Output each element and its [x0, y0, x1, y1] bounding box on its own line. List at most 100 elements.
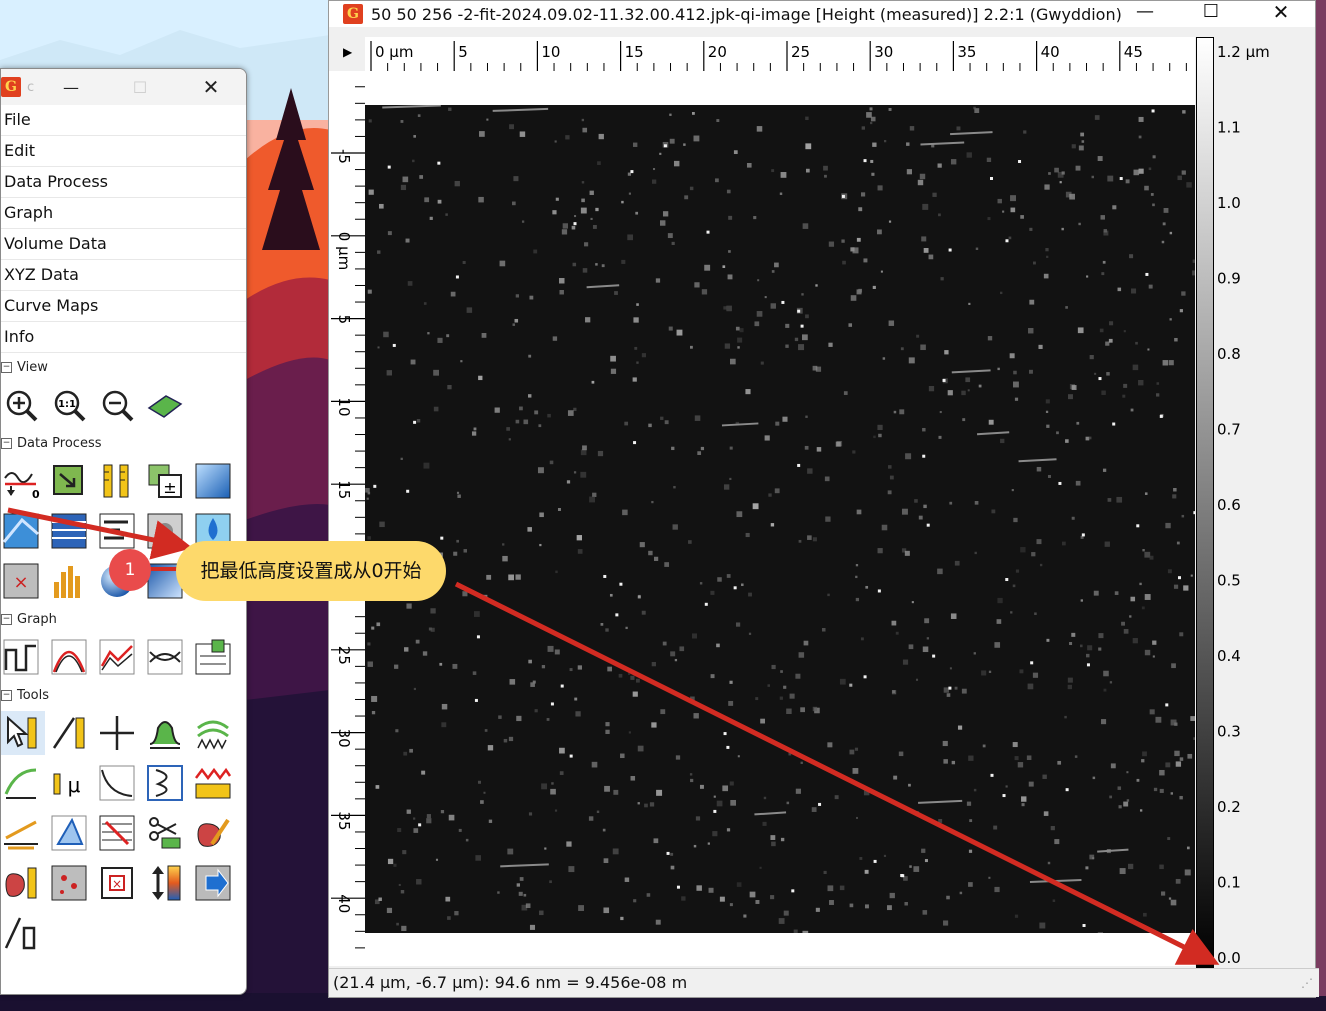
height-feature: [1028, 781, 1034, 787]
pointer-tool-icon[interactable]: [1, 711, 45, 755]
height-feature: [1175, 761, 1182, 767]
close-icon[interactable]: ✕: [191, 73, 231, 101]
collapse-icon[interactable]: −: [1, 613, 12, 625]
height-feature: [1138, 116, 1144, 122]
align-rows-icon[interactable]: [93, 509, 141, 553]
grain-remove-tool-icon[interactable]: [1, 861, 45, 905]
height-feature: [1169, 318, 1172, 321]
group-header-data-process[interactable]: − Data Process: [1, 433, 246, 453]
menu-curve-maps[interactable]: Curve Maps: [1, 291, 246, 322]
height-feature: [1014, 914, 1019, 918]
maximize-icon[interactable]: ☐: [1191, 1, 1231, 22]
menu-info[interactable]: Info: [1, 322, 246, 353]
grain-tool-icon[interactable]: [189, 761, 237, 805]
height-feature: [1027, 683, 1034, 690]
height-feature: [630, 675, 635, 680]
collapse-icon[interactable]: −: [1, 361, 12, 373]
image-data-view[interactable]: [365, 71, 1195, 966]
color-range-tool-icon[interactable]: [141, 861, 189, 905]
menu-xyz-data[interactable]: XYZ Data: [1, 260, 246, 291]
height-feature: [956, 126, 961, 131]
line-correct-tool-icon[interactable]: [93, 811, 141, 855]
height-feature: [532, 680, 536, 684]
collapse-icon[interactable]: −: [1, 689, 12, 701]
height-feature: [778, 918, 785, 924]
zoom-in-icon[interactable]: [1, 383, 45, 427]
facet-level-icon[interactable]: [1, 509, 45, 553]
level-3point-tool-icon[interactable]: [1, 811, 45, 855]
scale-icon[interactable]: [93, 459, 141, 503]
height-peak: [619, 582, 623, 586]
height-feature: [584, 242, 589, 247]
close-icon[interactable]: ✕: [1261, 0, 1301, 24]
menu-volume-data[interactable]: Volume Data: [1, 229, 246, 260]
graph-cut-icon[interactable]: [141, 635, 189, 679]
filter-icon[interactable]: [141, 509, 189, 553]
menu-graph[interactable]: Graph: [1, 198, 246, 229]
height-feature: [694, 282, 700, 288]
roughness-tool-icon[interactable]: [189, 711, 237, 755]
height-feature: [1065, 306, 1068, 309]
triangle-tool-icon[interactable]: [45, 811, 93, 855]
menu-file[interactable]: File: [1, 105, 246, 136]
resize-grip-icon[interactable]: ⋰: [1301, 969, 1313, 997]
fix-zero-icon[interactable]: 0: [1, 459, 45, 503]
graph-filter-icon[interactable]: [93, 635, 141, 679]
zoom-1to1-icon[interactable]: 1:1: [45, 383, 93, 427]
height-feature: [655, 919, 661, 925]
height-feature: [988, 876, 991, 879]
menu-data-process[interactable]: Data Process: [1, 167, 246, 198]
height-feature: [367, 661, 373, 667]
ruler-menu-icon[interactable]: ▶: [343, 45, 352, 59]
scan-streak: [586, 284, 620, 289]
crop-icon[interactable]: [45, 459, 93, 503]
height-feature: [1165, 522, 1171, 529]
minimize-icon[interactable]: —: [1125, 1, 1165, 22]
group-header-tools[interactable]: − Tools: [1, 685, 246, 705]
gradient-icon[interactable]: [189, 459, 237, 503]
height-feature: [1021, 796, 1027, 802]
group-header-view[interactable]: − View: [1, 357, 246, 377]
mask-editor-tool-icon[interactable]: [189, 811, 237, 855]
crosshair-tool-icon[interactable]: [93, 711, 141, 755]
arithmetic-icon[interactable]: ±: [141, 459, 189, 503]
graph-export-icon[interactable]: [189, 635, 237, 679]
line-width-tool-icon[interactable]: [1, 911, 45, 955]
collapse-icon[interactable]: −: [1, 437, 12, 449]
ruler-v-label: 0 µm: [335, 232, 353, 270]
selection-manager-tool-icon[interactable]: ×: [93, 861, 141, 905]
distance-tool-icon[interactable]: [45, 711, 93, 755]
height-feature: [728, 215, 733, 220]
toolbox-titlebar[interactable]: G c — ☐ ✕: [1, 69, 246, 105]
data-window-titlebar[interactable]: G 50 50 256 -2-fit-2024.09.02-11.32.00.4…: [329, 0, 1315, 27]
profile-tool-icon[interactable]: [141, 711, 189, 755]
3d-view-icon[interactable]: [141, 383, 189, 427]
height-feature: [719, 896, 725, 902]
graph-measure-icon[interactable]: [1, 635, 45, 679]
zoom-out-icon[interactable]: [93, 383, 141, 427]
scissors-tool-icon[interactable]: [141, 811, 189, 855]
height-feature: [913, 866, 920, 872]
false-color-scale-bar[interactable]: [1196, 37, 1214, 968]
row-align-icon[interactable]: [45, 509, 93, 553]
group-header-graph[interactable]: − Graph: [1, 609, 246, 629]
height-image[interactable]: [365, 105, 1195, 933]
stats-tool-icon[interactable]: μ: [45, 761, 93, 805]
curvature-tool-icon[interactable]: [1, 761, 45, 805]
menu-edit[interactable]: Edit: [1, 136, 246, 167]
sfunctions-tool-icon[interactable]: [93, 761, 141, 805]
height-feature: [689, 186, 694, 191]
height-feature: [726, 828, 731, 832]
graph-fit-icon[interactable]: [45, 635, 93, 679]
scan-streak: [918, 799, 963, 804]
histogram-icon[interactable]: [45, 559, 93, 603]
pixel-edit-tool-icon[interactable]: [189, 861, 237, 905]
height-feature: [458, 828, 462, 832]
height-feature: [966, 152, 972, 158]
remove-spots-icon[interactable]: ×: [1, 559, 45, 603]
height-feature: [1109, 795, 1113, 799]
height-feature: [597, 450, 604, 457]
spot-remove-tool-icon[interactable]: [45, 861, 93, 905]
spectro-tool-icon[interactable]: [141, 761, 189, 805]
minimize-icon[interactable]: —: [51, 73, 91, 101]
